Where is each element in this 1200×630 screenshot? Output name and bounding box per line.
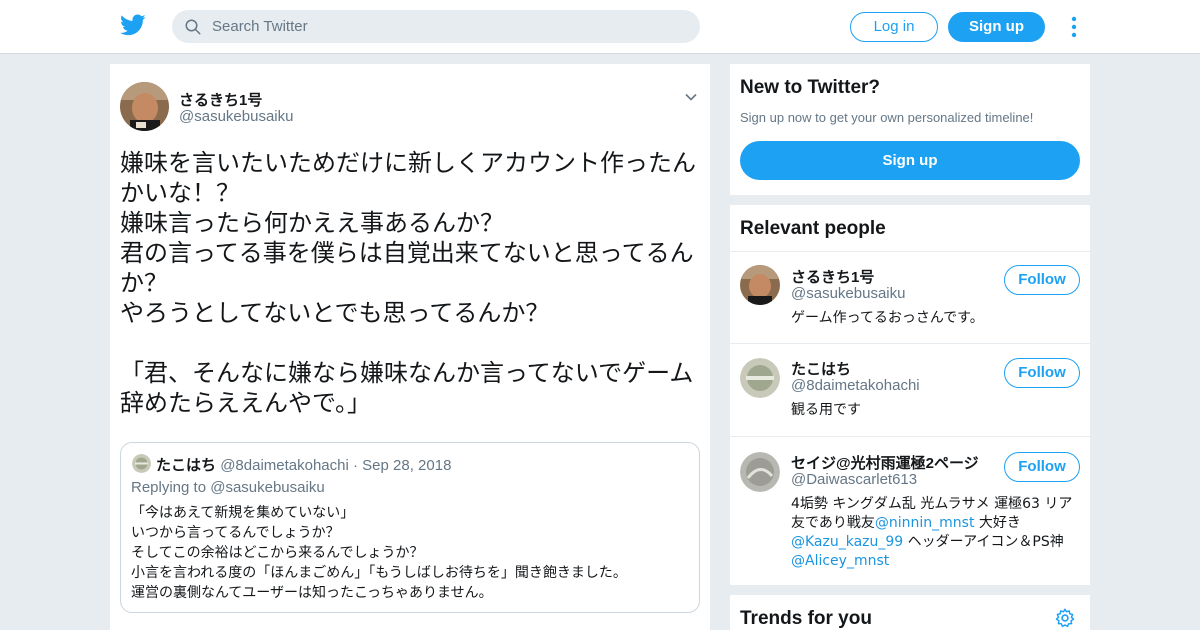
follow-button[interactable]: Follow — [1004, 265, 1080, 295]
person-handle[interactable]: @8daimetakohachi — [791, 377, 920, 394]
quoted-tweet-text: 「今はあえて新規を集めていない」 いつから言ってるんでしょうか？ そしてこの余裕… — [131, 505, 627, 601]
more-dots-icon[interactable] — [1066, 15, 1082, 39]
panel-title: Trends for you — [740, 608, 872, 629]
person-handle[interactable]: @Daiwascarlet613 — [791, 471, 917, 488]
panel-title: Relevant people — [740, 218, 886, 239]
avatar — [132, 454, 151, 473]
signup-panel-button[interactable]: Sign up — [740, 141, 1080, 180]
search-input[interactable] — [212, 18, 672, 35]
avatar[interactable] — [740, 358, 780, 398]
person-bio: 観る用です — [791, 402, 861, 418]
bio-mention-link[interactable]: @Alicey_mnst — [791, 553, 889, 569]
avatar[interactable] — [120, 82, 169, 131]
person-bio: ゲーム作ってるおっさんです。 — [791, 310, 984, 326]
bio-mention-link[interactable]: @Kazu_kazu_99 — [791, 534, 903, 550]
avatar[interactable] — [740, 452, 780, 492]
bio-mention-link[interactable]: @ninnin_mnst — [875, 515, 975, 531]
signup-button[interactable]: Sign up — [948, 12, 1045, 42]
tweet-author-handle[interactable]: @sasukebusaiku — [179, 108, 293, 125]
person-bio: 4垢勢 キングダム乱 光ムラサメ 運極63 リア友であり戦友@ninnin_mn… — [791, 495, 1076, 571]
panel-subtitle: Sign up now to get your own personalized… — [740, 110, 1034, 125]
quoted-tweet-header: たこはち @8daimetakohachi · Sep 28, 2018 — [156, 454, 451, 475]
new-to-twitter-panel: New to Twitter? Sign up now to get your … — [730, 64, 1090, 195]
chevron-down-icon[interactable] — [684, 90, 698, 104]
person-name[interactable]: たこはち — [791, 358, 851, 379]
follow-button[interactable]: Follow — [1004, 452, 1080, 482]
trends-panel: Trends for you — [730, 595, 1090, 630]
person-item[interactable]: たこはち @8daimetakohachi 観る用です Follow — [730, 343, 1090, 436]
gear-icon[interactable] — [1054, 607, 1076, 629]
person-handle[interactable]: @sasukebusaiku — [791, 285, 905, 302]
top-navigation-bar: Log in Sign up — [0, 0, 1200, 54]
bio-text: 大好き — [974, 515, 1021, 531]
tweet-card: さるきち1号 @sasukebusaiku 嫌味を言いたいためだけに新しくアカウ… — [110, 64, 710, 630]
relevant-people-panel: Relevant people さるきち1号 @sasukebusaiku ゲー… — [730, 205, 1090, 585]
search-icon — [185, 19, 201, 34]
login-button[interactable]: Log in — [850, 12, 938, 42]
tweet-author-name[interactable]: さるきち1号 — [179, 89, 262, 110]
quoted-tweet[interactable]: たこはち @8daimetakohachi · Sep 28, 2018 Rep… — [120, 442, 700, 613]
panel-title: New to Twitter? — [740, 77, 881, 98]
quoted-tweet-date: Sep 28, 2018 — [362, 457, 452, 474]
meta-separator: · — [353, 457, 358, 474]
avatar[interactable] — [740, 265, 780, 305]
person-name[interactable]: さるきち1号 — [791, 266, 874, 287]
person-item[interactable]: さるきち1号 @sasukebusaiku ゲーム作ってるおっさんです。 Fol… — [730, 251, 1090, 343]
tweet-text: 嫌味を言いたいためだけに新しくアカウント作ったんかいな！？ 嫌味言ったら何かええ… — [120, 149, 696, 417]
bio-text: ヘッダーアイコン＆PS神 — [903, 534, 1064, 550]
quoted-author-handle: @8daimetakohachi — [220, 457, 349, 474]
person-item[interactable]: セイジ@光村雨運極2ページ @Daiwascarlet613 4垢勢 キングダム… — [730, 436, 1090, 585]
quoted-author-name: たこはち — [156, 457, 217, 474]
search-box[interactable] — [172, 10, 700, 43]
replying-to-label: Replying to @sasukebusaiku — [131, 479, 325, 496]
twitter-bird-icon[interactable] — [120, 12, 146, 38]
person-name[interactable]: セイジ@光村雨運極2ページ — [791, 452, 979, 473]
follow-button[interactable]: Follow — [1004, 358, 1080, 388]
